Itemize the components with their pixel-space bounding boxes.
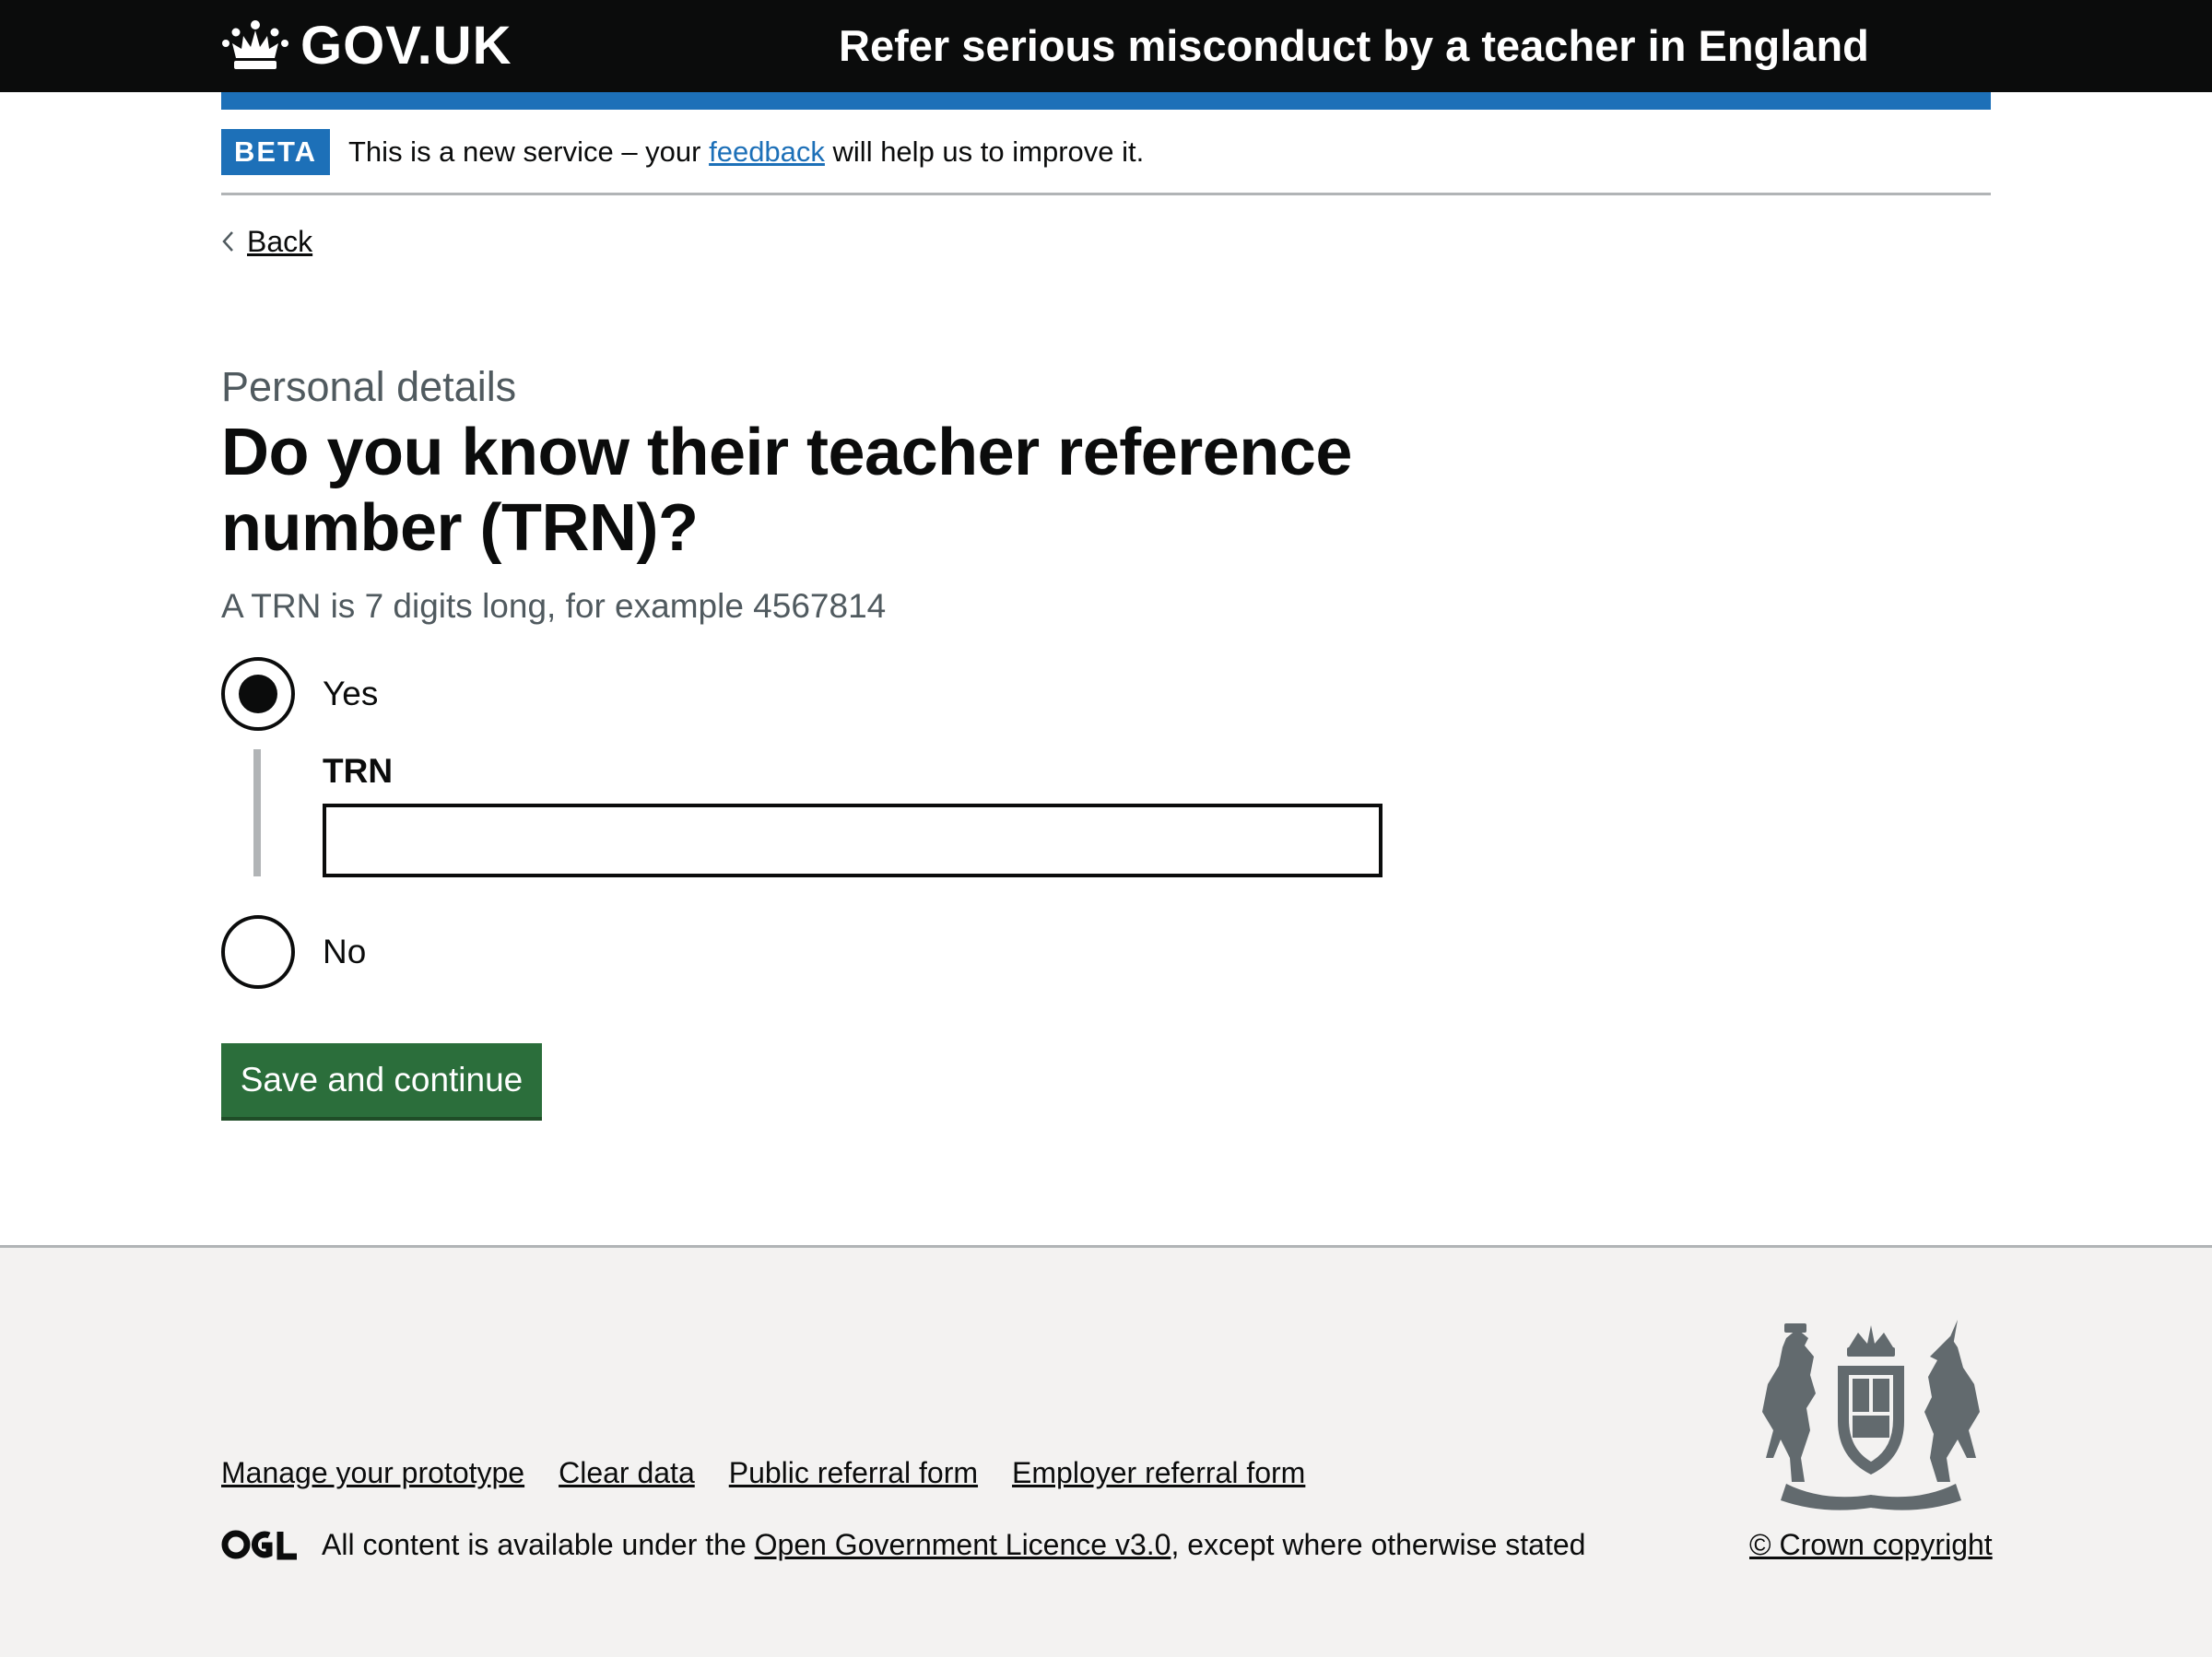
footer-links: Manage your prototype Clear data Public …: [221, 1449, 1339, 1497]
back-link-label: Back: [247, 224, 313, 258]
ogl-licence-link[interactable]: Open Government Licence v3.0: [755, 1528, 1171, 1561]
chevron-left-icon: [222, 231, 233, 252]
phase-banner: BETA This is a new service – your feedba…: [221, 127, 1991, 195]
footer-link-public-referral[interactable]: Public referral form: [729, 1449, 978, 1497]
hint-text: A TRN is 7 digits long, for example 4567…: [221, 587, 887, 625]
crown-copyright-link[interactable]: © Crown copyright: [1749, 1521, 1993, 1569]
radio-yes-label[interactable]: Yes: [323, 671, 378, 717]
feedback-link[interactable]: feedback: [709, 135, 825, 168]
licence-text: All content is available under the Open …: [322, 1521, 1585, 1569]
phase-banner-text: This is a new service – your feedback wi…: [348, 132, 1144, 172]
save-and-continue-label: Save and continue: [240, 1061, 524, 1099]
licence-text-before: All content is available under the: [322, 1528, 755, 1561]
radio-yes-button[interactable]: [221, 657, 295, 731]
radio-no-button[interactable]: [221, 915, 295, 989]
logo-text: GOV.UK: [300, 16, 512, 76]
radio-yes[interactable]: Yes: [221, 657, 378, 731]
crown-icon: [222, 20, 288, 69]
save-and-continue-button[interactable]: Save and continue: [221, 1043, 542, 1117]
trn-label: TRN: [323, 752, 394, 790]
licence-statement: All content is available under the Open …: [221, 1521, 1585, 1569]
radio-no-label[interactable]: No: [323, 929, 366, 975]
beta-tag: BETA: [221, 129, 330, 175]
footer-link-manage-prototype[interactable]: Manage your prototype: [221, 1449, 524, 1497]
royal-coat-of-arms-icon: [1762, 1320, 1980, 1510]
conditional-reveal-bar: [253, 749, 261, 876]
phase-text-after: will help us to improve it.: [824, 135, 1145, 168]
ogl-logo-icon: [221, 1530, 297, 1560]
radio-no[interactable]: No: [221, 915, 366, 989]
site-header: GOV.UK Refer serious misconduct by a tea…: [0, 0, 2212, 92]
header-blue-bar: [221, 92, 1991, 110]
phase-text-before: This is a new service – your: [348, 135, 710, 168]
licence-text-after: , except where otherwise stated: [1171, 1528, 1586, 1561]
trn-input[interactable]: [323, 804, 1382, 877]
service-name-link[interactable]: Refer serious misconduct by a teacher in…: [839, 18, 1869, 74]
radio-selected-dot: [239, 675, 277, 713]
footer-link-employer-referral[interactable]: Employer referral form: [1012, 1449, 1305, 1497]
footer-link-clear-data[interactable]: Clear data: [559, 1449, 695, 1497]
back-link[interactable]: Back: [221, 219, 312, 264]
page-heading: Do you know their teacher reference numb…: [221, 416, 1352, 565]
govuk-logo-link[interactable]: GOV.UK: [221, 17, 512, 76]
page-caption: Personal details: [221, 363, 517, 410]
